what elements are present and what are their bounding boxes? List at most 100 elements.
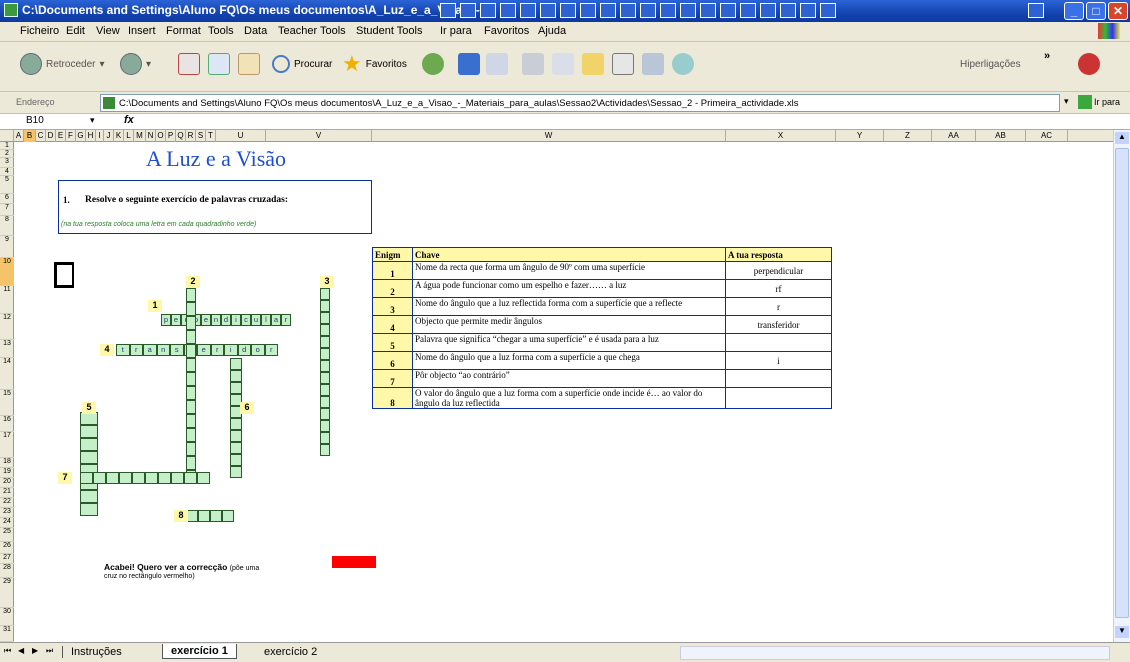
crossword-cell[interactable] (186, 330, 196, 344)
crossword-cell[interactable] (320, 288, 330, 300)
excel-toolbar-icon[interactable] (458, 53, 480, 75)
crossword-cell[interactable] (80, 503, 98, 516)
row-5[interactable]: 5 (0, 176, 14, 194)
row-27[interactable]: 27 (0, 554, 14, 564)
crossword-cell[interactable]: r (264, 344, 278, 356)
crossword-cell[interactable] (186, 428, 196, 442)
crossword-cell[interactable]: u (251, 314, 261, 326)
menu-view[interactable]: View (96, 25, 120, 37)
crossword-cell[interactable]: e (197, 344, 211, 356)
row-1[interactable]: 1 (0, 142, 14, 150)
col-X[interactable]: X (726, 130, 836, 142)
crossword-cell[interactable] (320, 420, 330, 432)
menu-favoritos[interactable]: Favoritos (484, 25, 529, 37)
search-button[interactable]: Procurar (272, 50, 332, 78)
col-AB[interactable]: AB (976, 130, 1026, 142)
go-button[interactable]: Ir para (1094, 97, 1120, 107)
refresh-icon[interactable] (208, 53, 230, 75)
row-30[interactable]: 30 (0, 608, 14, 626)
crossword-cell[interactable] (320, 384, 330, 396)
crossword-cell[interactable]: l (261, 314, 271, 326)
crossword-cell[interactable] (158, 472, 171, 484)
answer-cell[interactable] (725, 333, 832, 352)
name-box[interactable]: B10 (26, 115, 44, 126)
close-button[interactable]: ✕ (1108, 2, 1128, 20)
crossword-cell[interactable] (230, 418, 242, 430)
answer-cell[interactable]: transferidor (725, 315, 832, 334)
col-I[interactable]: I (96, 130, 104, 142)
crossword-cell[interactable]: s (170, 344, 184, 356)
col-Y[interactable]: Y (836, 130, 884, 142)
row-31[interactable]: 31 (0, 626, 14, 642)
menu-insert[interactable]: Insert (128, 25, 156, 37)
col-O[interactable]: O (156, 130, 166, 142)
address-input[interactable]: C:\Documents and Settings\Aluno FQ\Os me… (100, 94, 1060, 112)
minimize-button[interactable]: _ (1064, 2, 1084, 20)
col-K[interactable]: K (114, 130, 124, 142)
crossword-cell[interactable] (230, 442, 242, 454)
menu-tools[interactable]: Tools (208, 25, 234, 37)
scroll-thumb[interactable] (1115, 148, 1129, 618)
crossword-cell[interactable] (320, 444, 330, 456)
crossword-cell[interactable] (186, 456, 196, 470)
crossword-cell[interactable]: r (129, 344, 143, 356)
menu-ajuda[interactable]: Ajuda (538, 25, 566, 37)
addon-icon[interactable] (1078, 53, 1100, 75)
col-G[interactable]: G (76, 130, 86, 142)
chevron-right-icon[interactable]: » (1044, 50, 1050, 62)
crossword-cell[interactable] (171, 472, 184, 484)
crossword-cell[interactable]: t (116, 344, 130, 356)
crossword-cell[interactable] (230, 382, 242, 394)
col-L[interactable]: L (124, 130, 134, 142)
correction-checkbox[interactable] (332, 556, 376, 568)
crossword-cell[interactable] (230, 430, 242, 442)
crossword-cell[interactable]: a (271, 314, 281, 326)
crossword-cell[interactable] (186, 344, 196, 358)
document-icon[interactable] (612, 53, 634, 75)
back-button[interactable]: Retroceder ▾ (20, 50, 105, 78)
row-29[interactable]: 29 (0, 578, 14, 608)
crossword-cell[interactable] (186, 400, 196, 414)
crossword-cell[interactable] (320, 360, 330, 372)
mail-icon[interactable] (486, 53, 508, 75)
crossword-cell[interactable] (93, 472, 106, 484)
crossword-cell[interactable]: r (281, 314, 291, 326)
tab-nav-next-icon[interactable]: ▶ (32, 646, 38, 655)
col-J[interactable]: J (104, 130, 114, 142)
crossword-cell[interactable] (145, 472, 158, 484)
scroll-up-icon[interactable]: ▲ (1115, 132, 1129, 144)
crossword-cell[interactable] (230, 370, 242, 382)
row-24[interactable]: 24 (0, 518, 14, 528)
row-16[interactable]: 16 (0, 416, 14, 432)
print-icon[interactable] (522, 53, 544, 75)
crossword-cell[interactable] (320, 408, 330, 420)
row-22[interactable]: 22 (0, 498, 14, 508)
col-Q[interactable]: Q (176, 130, 186, 142)
row-4[interactable]: 4 (0, 168, 14, 176)
crossword-cell[interactable] (186, 316, 196, 330)
menu-format[interactable]: Format (166, 25, 201, 37)
menu-student-tools[interactable]: Student Tools (356, 25, 422, 37)
col-M[interactable]: M (134, 130, 146, 142)
crossword-cell[interactable] (184, 472, 197, 484)
col-R[interactable]: R (186, 130, 196, 142)
crossword-cell[interactable]: i (224, 344, 238, 356)
row-17[interactable]: 17 (0, 432, 14, 458)
crossword-cell[interactable]: d (221, 314, 231, 326)
selected-cell-b10[interactable] (54, 262, 74, 288)
crossword-cell[interactable]: n (156, 344, 170, 356)
col-S[interactable]: S (196, 130, 206, 142)
row-15[interactable]: 15 (0, 390, 14, 416)
col-H[interactable]: H (86, 130, 96, 142)
crossword-cell[interactable]: e (171, 314, 181, 326)
folder-icon[interactable] (582, 53, 604, 75)
crossword-cell[interactable] (80, 451, 98, 464)
crossword-cell[interactable] (80, 425, 98, 438)
history-icon[interactable] (422, 53, 444, 75)
crossword-cell[interactable] (222, 510, 234, 522)
col-AC[interactable]: AC (1026, 130, 1068, 142)
answer-cell[interactable]: perpendicular (725, 261, 832, 280)
row-25[interactable]: 25 (0, 528, 14, 542)
research-icon[interactable] (642, 53, 664, 75)
crossword-cell[interactable] (210, 510, 222, 522)
